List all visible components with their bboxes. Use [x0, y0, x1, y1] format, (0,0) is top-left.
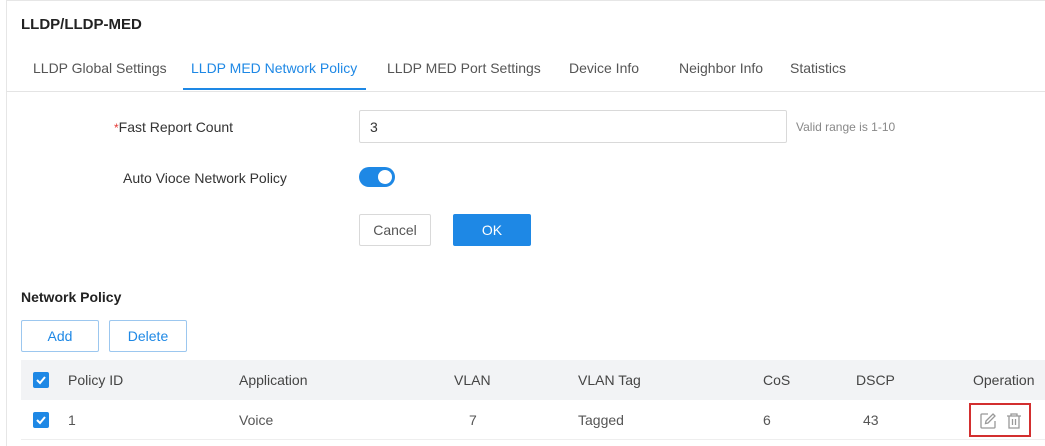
trash-icon[interactable]	[1005, 412, 1023, 430]
check-icon	[36, 376, 46, 385]
fast-report-count-input[interactable]	[359, 110, 787, 143]
table-row: 1 Voice 7 Tagged 6 43	[21, 400, 1045, 440]
operation-highlight-box	[969, 403, 1031, 437]
column-vlan: VLAN	[454, 372, 491, 388]
tab-bar: LLDP Global Settings LLDP MED Network Po…	[6, 48, 1045, 92]
ok-button[interactable]: OK	[453, 214, 531, 246]
cancel-button[interactable]: Cancel	[359, 214, 431, 246]
tab-neighbor-info[interactable]: Neighbor Info	[679, 60, 763, 76]
tab-lldp-global-settings[interactable]: LLDP Global Settings	[33, 60, 167, 76]
cell-vlan: 7	[469, 412, 477, 428]
cell-dscp: 43	[863, 412, 879, 428]
page-title: LLDP/LLDP-MED	[21, 16, 142, 33]
tab-device-info[interactable]: Device Info	[569, 60, 639, 76]
tab-lldp-med-port-settings[interactable]: LLDP MED Port Settings	[387, 60, 541, 76]
delete-button[interactable]: Delete	[109, 320, 187, 352]
tab-lldp-med-network-policy[interactable]: LLDP MED Network Policy	[191, 60, 357, 76]
table-header: Policy ID Application VLAN VLAN Tag CoS …	[21, 360, 1045, 400]
column-cos: CoS	[763, 372, 791, 388]
add-button[interactable]: Add	[21, 320, 99, 352]
cell-application: Voice	[239, 412, 274, 428]
fast-report-count-label: *Fast Report Count	[114, 119, 233, 135]
column-vlan-tag: VLAN Tag	[578, 372, 641, 388]
column-dscp: DSCP	[856, 372, 895, 388]
cell-cos: 6	[763, 412, 771, 428]
auto-voice-policy-label: Auto Vioce Network Policy	[123, 170, 287, 186]
tab-statistics[interactable]: Statistics	[790, 60, 846, 76]
column-policy-id: Policy ID	[68, 372, 124, 388]
column-operation: Operation	[973, 372, 1035, 388]
active-tab-indicator	[183, 88, 366, 90]
select-all-checkbox[interactable]	[33, 372, 49, 388]
fast-report-count-hint: Valid range is 1-10	[796, 120, 896, 134]
fast-report-count-text: Fast Report Count	[118, 119, 234, 135]
cell-policy-id: 1	[68, 412, 76, 428]
network-policy-title: Network Policy	[21, 289, 122, 305]
cell-vlan-tag: Tagged	[578, 412, 624, 428]
row-checkbox[interactable]	[33, 412, 49, 428]
auto-voice-policy-toggle[interactable]	[359, 167, 395, 187]
column-application: Application	[239, 372, 308, 388]
edit-icon[interactable]	[979, 412, 997, 430]
check-icon	[36, 416, 46, 425]
toggle-knob	[378, 170, 392, 184]
